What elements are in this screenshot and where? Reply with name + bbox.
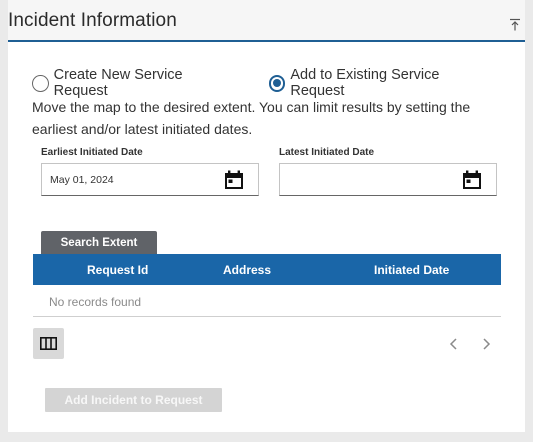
add-existing-label: Add to Existing Service Request (290, 67, 440, 99)
results-grid: Request Id Address Initiated Date No rec… (33, 254, 501, 317)
empty-message: No records found (49, 295, 142, 309)
radio-checked-icon (268, 74, 286, 92)
earliest-date-value: May 01, 2024 (50, 174, 114, 186)
earliest-date-field[interactable]: May 01, 2024 (41, 163, 259, 196)
calendar-icon[interactable] (224, 170, 244, 190)
panel-header: Incident Information (8, 0, 525, 42)
grid-empty-row: No records found (33, 285, 501, 317)
panel-title: Incident Information (8, 10, 177, 31)
search-extent-button[interactable]: Search Extent (41, 231, 157, 256)
instructions-text: Move the map to the desired extent. You … (32, 99, 471, 137)
add-incident-button[interactable]: Add Incident to Request (45, 388, 222, 412)
create-new-radio[interactable]: Create New Service Request (32, 67, 237, 99)
column-header-request-id[interactable]: Request Id (87, 263, 148, 277)
columns-icon (40, 337, 57, 350)
radio-unchecked-icon (32, 74, 49, 92)
previous-page-icon[interactable] (447, 337, 461, 351)
column-header-initiated-date[interactable]: Initiated Date (374, 263, 449, 277)
collapse-icon[interactable] (509, 18, 521, 31)
incident-panel: Incident Information Create New Service … (8, 0, 525, 432)
next-page-icon[interactable] (479, 337, 493, 351)
latest-date-field[interactable] (279, 163, 497, 196)
latest-date-label: Latest Initiated Date (279, 147, 375, 158)
mode-radio-group: Create New Service Request Add to Existi… (32, 67, 525, 99)
earliest-date-label: Earliest Initiated Date (41, 147, 143, 158)
add-existing-radio[interactable]: Add to Existing Service Request (268, 67, 493, 99)
create-new-label: Create New Service Request (53, 67, 183, 99)
grid-header-row: Request Id Address Initiated Date (33, 254, 501, 285)
column-chooser-button[interactable] (33, 328, 64, 359)
calendar-icon[interactable] (462, 170, 482, 190)
column-header-address[interactable]: Address (223, 263, 271, 277)
